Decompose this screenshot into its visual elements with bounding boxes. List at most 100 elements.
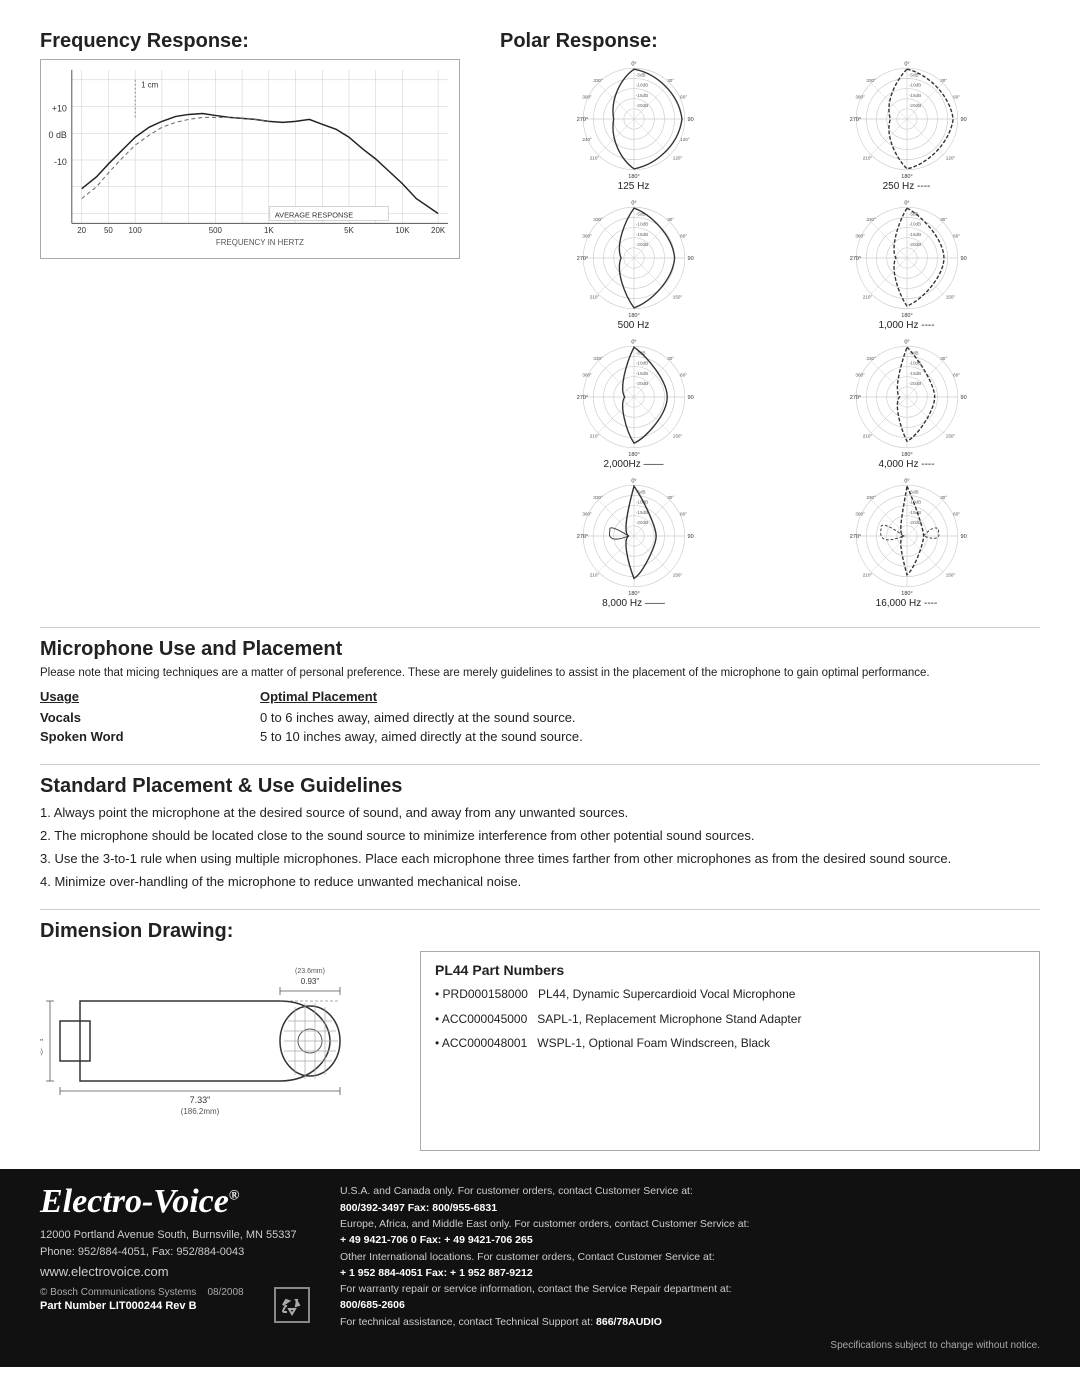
frequency-chart: +10 0 dB -10 20 50 100 500 1K 5K 10K 20K… [40,59,460,259]
svg-text:210°: 210° [862,295,872,300]
svg-text:-20dB: -20dB [635,520,647,525]
svg-text:0.93": 0.93" [301,977,320,986]
svg-text:60°: 60° [680,234,687,239]
footer-right-line-3: + 49 9421-706 0 Fax: + 49 9421-706 265 [340,1232,1040,1248]
svg-text:30°: 30° [940,495,947,500]
usage-table: Usage Vocals Spoken Word Optimal Placeme… [40,689,1040,746]
svg-text:180°: 180° [901,591,912,596]
svg-text:-20dB: -20dB [908,103,920,108]
svg-text:180°: 180° [628,452,639,457]
svg-text:-10dB: -10dB [635,222,647,227]
svg-text:30°: 30° [667,356,674,361]
recycle-icon [274,1287,310,1323]
svg-text:330°: 330° [593,356,603,361]
svg-text:90°: 90° [687,395,693,401]
svg-text:270°: 270° [576,117,587,123]
footer-left: Electro-Voice® 12000 Portland Avenue Sou… [40,1183,320,1323]
svg-text:90°: 90° [960,256,966,262]
polar-item-250hz: -5dB -10dB -15dB -20dB 0° 90° 270° 180° … [773,59,1040,192]
pn-code-2: • ACC000048001 [435,1035,527,1051]
svg-text:330°: 330° [593,217,603,222]
freq-title: Frequency Response: [40,30,480,53]
divider-2 [40,764,1040,765]
svg-text:-5dB: -5dB [635,73,645,78]
svg-text:270°: 270° [576,534,587,540]
svg-text:-5dB: -5dB [908,351,918,356]
dimension-drawing: 7.33" (186.2mm) 2.00" (50.7 mm) 0.93" (2… [40,951,400,1151]
placement-spoken: 5 to 10 inches away, aimed directly at t… [260,727,1040,746]
divider-3 [40,909,1040,910]
svg-text:90°: 90° [687,534,693,540]
svg-text:180°: 180° [901,174,912,179]
svg-text:330°: 330° [866,356,876,361]
svg-text:120°: 120° [680,137,690,142]
svg-text:60°: 60° [680,373,687,378]
pn-code-1: • ACC000045000 [435,1011,527,1027]
svg-text:-10dB: -10dB [908,500,920,505]
svg-text:300°: 300° [855,234,865,239]
guideline-2: 2. The microphone should be located clos… [40,827,1040,846]
svg-text:300°: 300° [582,95,592,100]
svg-text:0°: 0° [904,478,909,484]
svg-text:60°: 60° [953,234,960,239]
mic-intro-text: Please note that micing techniques are a… [40,665,1040,681]
svg-text:300°: 300° [855,512,865,517]
svg-text:150°: 150° [672,573,682,578]
std-placement-section: Standard Placement & Use Guidelines 1. A… [40,775,1040,891]
svg-text:30°: 30° [667,217,674,222]
svg-text:210°: 210° [589,295,599,300]
svg-text:90°: 90° [687,256,693,262]
part-numbers-box: PL44 Part Numbers • PRD000158000 PL44, D… [420,951,1040,1151]
svg-text:300°: 300° [582,373,592,378]
polar-label-2000hz: 2,000Hz —— [603,459,663,470]
svg-text:FREQUENCY IN HERTZ: FREQUENCY IN HERTZ [216,238,304,247]
svg-text:0°: 0° [631,339,636,345]
trademark-symbol: ® [229,1189,239,1204]
svg-text:270°: 270° [576,256,587,262]
svg-text:60°: 60° [953,512,960,517]
svg-text:-15dB: -15dB [908,93,920,98]
polar-item-16000hz: -5dB -10dB -15dB -20dB 0° 90° 270° 180° … [773,476,1040,609]
svg-text:-10dB: -10dB [908,222,920,227]
svg-text:150°: 150° [945,295,955,300]
footer-right-line-1: 800/392-3497 Fax: 800/955-6831 [340,1200,1040,1216]
pn-desc-2: WSPL-1, Optional Foam Windscreen, Black [537,1035,1025,1051]
svg-text:330°: 330° [866,217,876,222]
placement-vocals: 0 to 6 inches away, aimed directly at th… [260,708,1040,727]
footer-right-line-5: + 1 952 884-4051 Fax: + 1 952 887-9212 [340,1265,1040,1281]
svg-text:50: 50 [104,226,113,235]
svg-text:120°: 120° [945,156,955,161]
footer-address-line1: 12000 Portland Avenue South, Burnsville,… [40,1227,320,1244]
svg-text:210°: 210° [589,573,599,578]
svg-text:-10: -10 [54,157,67,167]
pn-item-2: • ACC000048001 WSPL-1, Optional Foam Win… [435,1035,1025,1051]
footer-right: U.S.A. and Canada only. For customer ord… [340,1183,1040,1353]
svg-text:60°: 60° [953,373,960,378]
footer-right-line-6: For warranty repair or service informati… [340,1281,1040,1297]
svg-text:180°: 180° [628,591,639,596]
mic-use-title: Microphone Use and Placement [40,638,1040,661]
footer-right-line-8: For technical assistance, contact Techni… [340,1314,1040,1330]
svg-text:270°: 270° [849,395,860,401]
guideline-4: 4. Minimize over-handling of the microph… [40,873,1040,892]
svg-text:0 dB: 0 dB [49,130,67,140]
footer-right-line-7: 800/685-2606 [340,1297,1040,1313]
polar-label-16000hz: 16,000 Hz ---- [876,598,938,609]
polar-label-500hz: 500 Hz [618,320,650,331]
polar-label-125hz: 125 Hz [618,181,650,192]
svg-text:-20dB: -20dB [908,381,920,386]
svg-text:330°: 330° [866,78,876,83]
footer-right-line-0: U.S.A. and Canada only. For customer ord… [340,1183,1040,1199]
svg-text:150°: 150° [945,434,955,439]
svg-text:-15dB: -15dB [635,93,647,98]
svg-text:90°: 90° [960,534,966,540]
svg-text:0°: 0° [904,61,909,67]
svg-text:AVERAGE RESPONSE: AVERAGE RESPONSE [275,210,354,219]
svg-text:(23.6mm): (23.6mm) [295,968,325,975]
specs-note: Specifications subject to change without… [340,1338,1040,1354]
svg-text:210°: 210° [862,156,872,161]
svg-text:20K: 20K [431,226,446,235]
usage-header: Usage [40,689,260,704]
svg-text:0°: 0° [904,200,909,206]
svg-text:150°: 150° [945,573,955,578]
